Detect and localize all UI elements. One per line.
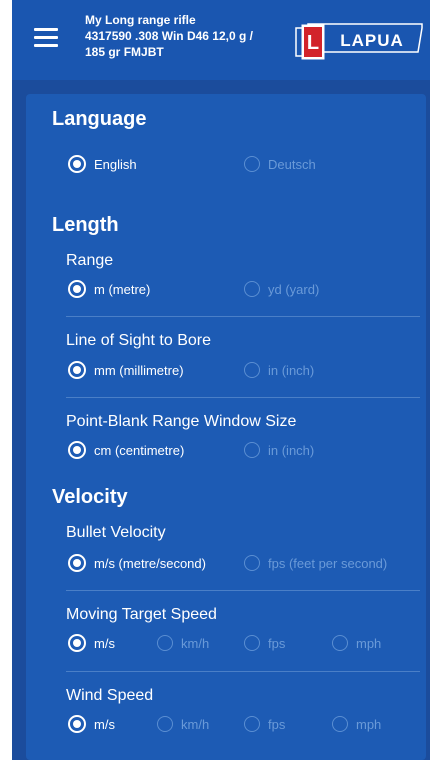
rifle-cartridge: 4317590 .308 Win D46 12,0 g / (85, 29, 253, 43)
divider (66, 590, 420, 591)
radio-wind-speed-fps[interactable]: fps (244, 714, 285, 734)
option-label: yd (yard) (268, 281, 320, 297)
radio-target-speed-kmh[interactable]: km/h (157, 633, 209, 653)
app-bar: My Long range rifle 4317590 .308 Win D46… (12, 0, 430, 80)
radio-bullet-velocity-fps[interactable]: fps (feet per second) (244, 553, 387, 573)
radio-unchecked-icon (244, 362, 260, 378)
option-label: m/s (94, 716, 115, 732)
radio-unchecked-icon (244, 635, 260, 651)
label-point-blank-window: Point-Blank Range Window Size (66, 413, 297, 430)
option-label: m/s (metre/second) (94, 555, 206, 571)
radio-bullet-velocity-mps[interactable]: m/s (metre/second) (68, 553, 206, 573)
radio-checked-icon (68, 441, 86, 459)
label-line-of-sight: Line of Sight to Bore (66, 332, 211, 349)
radio-target-speed-mps[interactable]: m/s (68, 633, 115, 653)
settings-content[interactable]: Language English Deutsch Length Range m … (12, 80, 430, 760)
option-label: Deutsch (268, 156, 316, 172)
label-range: Range (66, 252, 114, 269)
radio-checked-icon (68, 554, 86, 572)
option-label: in (inch) (268, 442, 315, 458)
app-frame: My Long range rifle 4317590 .308 Win D46… (12, 0, 430, 760)
radio-unchecked-icon (157, 716, 173, 732)
radio-pbr-inch[interactable]: in (inch) (244, 440, 314, 460)
radio-unchecked-icon (244, 156, 260, 172)
option-label: cm (centimetre) (94, 442, 185, 458)
option-label: fps (268, 716, 286, 732)
radio-unchecked-icon (332, 716, 348, 732)
section-title-language: Language (52, 108, 147, 130)
radio-checked-icon (68, 155, 86, 173)
radio-unchecked-icon (244, 442, 260, 458)
radio-unchecked-icon (244, 555, 260, 571)
radio-language-english[interactable]: English (68, 154, 137, 174)
radio-wind-speed-mps[interactable]: m/s (68, 714, 115, 734)
selected-rifle-info[interactable]: My Long range rifle 4317590 .308 Win D46… (85, 12, 295, 60)
radio-unchecked-icon (244, 281, 260, 297)
units-settings-card: Language English Deutsch Length Range m … (26, 94, 426, 760)
label-bullet-velocity: Bullet Velocity (66, 524, 166, 541)
lapua-logo: L LAPUA (295, 23, 423, 60)
rifle-name: My Long range rifle (85, 13, 196, 27)
radio-pbr-centimetre[interactable]: cm (centimetre) (68, 440, 184, 460)
radio-unchecked-icon (332, 635, 348, 651)
option-label: km/h (181, 635, 210, 651)
option-label: fps (268, 635, 286, 651)
radio-range-yard[interactable]: yd (yard) (244, 279, 319, 299)
radio-target-speed-fps[interactable]: fps (244, 633, 285, 653)
radio-range-metre[interactable]: m (metre) (68, 279, 150, 299)
logo-letter: L (307, 32, 319, 54)
radio-unchecked-icon (157, 635, 173, 651)
option-label: fps (feet per second) (268, 555, 388, 571)
option-label: English (94, 156, 137, 172)
divider (66, 316, 420, 317)
option-label: mm (millimetre) (94, 362, 184, 378)
radio-los-inch[interactable]: in (inch) (244, 360, 314, 380)
radio-los-millimetre[interactable]: mm (millimetre) (68, 360, 184, 380)
radio-wind-speed-mph[interactable]: mph (332, 714, 381, 734)
logo-text: LAPUA (340, 31, 404, 50)
radio-checked-icon (68, 280, 86, 298)
hamburger-menu-icon[interactable] (34, 28, 58, 48)
option-label: mph (356, 635, 382, 651)
radio-wind-speed-kmh[interactable]: km/h (157, 714, 209, 734)
divider (66, 397, 420, 398)
option-label: m/s (94, 635, 115, 651)
label-wind-speed: Wind Speed (66, 687, 154, 704)
radio-checked-icon (68, 715, 86, 733)
section-title-length: Length (52, 214, 119, 236)
option-label: in (inch) (268, 362, 315, 378)
radio-language-deutsch[interactable]: Deutsch (244, 154, 316, 174)
radio-target-speed-mph[interactable]: mph (332, 633, 381, 653)
section-title-velocity: Velocity (52, 486, 128, 508)
label-moving-target-speed: Moving Target Speed (66, 606, 217, 623)
radio-checked-icon (68, 634, 86, 652)
option-label: m (metre) (94, 281, 151, 297)
option-label: km/h (181, 716, 210, 732)
radio-unchecked-icon (244, 716, 260, 732)
option-label: mph (356, 716, 382, 732)
rifle-bullet: 185 gr FMJBT (85, 45, 164, 59)
radio-checked-icon (68, 361, 86, 379)
divider (66, 671, 420, 672)
